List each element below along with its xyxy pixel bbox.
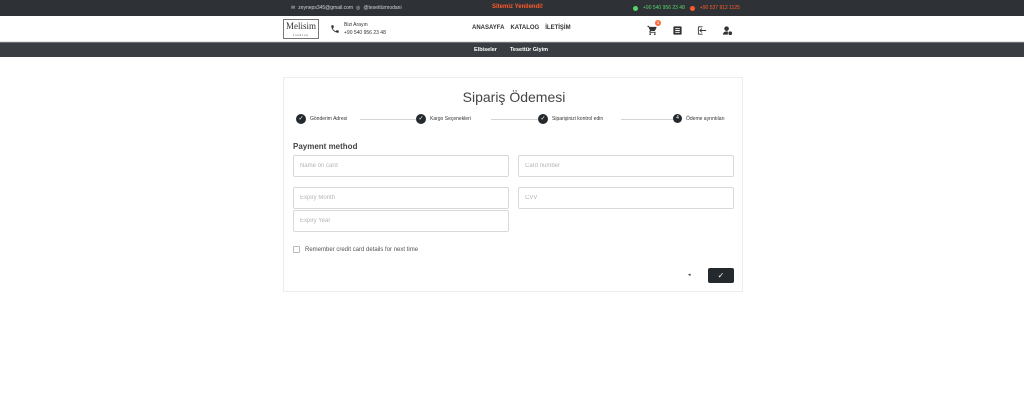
step-number: 4: [673, 114, 682, 123]
phone-number[interactable]: +90 537 912 1125: [700, 5, 740, 11]
whatsapp-icon: [633, 5, 638, 11]
check-icon: ✓: [538, 114, 548, 124]
payment-method-heading: Payment method: [293, 142, 358, 151]
cvv-input[interactable]: [518, 187, 734, 209]
nav-catalog[interactable]: KATALOG: [510, 25, 539, 31]
step-label: Gönderim Adresi: [310, 116, 348, 122]
expiry-month-input[interactable]: [293, 187, 509, 209]
step-label: Siparişinizi kontrol edin: [552, 116, 604, 122]
phone-icon: [689, 5, 695, 11]
remember-label: Remember credit card details for next ti…: [305, 246, 419, 253]
category-bar: Elbiseler Tesettür Giyim: [0, 42, 1024, 57]
step-review-order[interactable]: ✓ Siparişinizi kontrol edin: [538, 114, 607, 124]
check-icon: ✓: [416, 114, 426, 124]
whatsapp-number[interactable]: +90 540 956 23 48: [643, 5, 685, 11]
step-connector: [621, 119, 681, 120]
topbar-social[interactable]: @tesettürmodani: [363, 5, 401, 11]
header: Melisim fashion Bizi Arayın +90 540 956 …: [0, 16, 1024, 42]
logo-text: Melisim: [285, 21, 316, 31]
step-label: Kargo Seçenekleri: [430, 116, 471, 122]
cart-icon[interactable]: 1: [647, 20, 661, 36]
topbar-contact: ✉ zeyneps345@gmail.com ◎ @tesettürmodani: [291, 5, 402, 11]
name-on-card-input[interactable]: [293, 155, 509, 177]
call-number: +90 540 956 23 48: [344, 30, 386, 36]
card-number-input[interactable]: [518, 155, 734, 177]
top-bar: ✉ zeyneps345@gmail.com ◎ @tesettürmodani…: [0, 0, 1024, 16]
expiry-year-input[interactable]: [293, 210, 509, 232]
nav-home[interactable]: ANASAYFA: [472, 25, 504, 31]
submit-payment-button[interactable]: ✓: [708, 268, 734, 283]
account-settings-icon[interactable]: [722, 23, 733, 36]
call-us[interactable]: Bizi Arayın +90 540 956 23 48: [330, 21, 386, 37]
remember-checkbox[interactable]: [293, 246, 300, 253]
category-dresses[interactable]: Elbiseler: [474, 47, 497, 53]
instagram-icon: ◎: [356, 5, 361, 11]
category-modest-wear[interactable]: Tesettür Giyim: [510, 47, 548, 53]
checkout-card: Sipariş Ödemesi ✓ Gönderim Adresi ✓ Karg…: [283, 77, 743, 292]
mail-icon: ✉: [291, 5, 296, 11]
topbar-phones: +90 540 956 23 48 +90 537 912 1125: [633, 5, 740, 11]
cart-count-badge: 1: [655, 20, 661, 26]
announcement: Sitemiz Yenilendi!: [492, 4, 543, 10]
phone-icon: [331, 25, 339, 33]
checkout-stepper: ✓ Gönderim Adresi ✓ Kargo Seçenekleri ✓ …: [296, 114, 732, 124]
nav-contact[interactable]: İLETİŞİM: [545, 25, 570, 31]
logout-icon[interactable]: [697, 23, 708, 35]
logo[interactable]: Melisim fashion: [283, 19, 319, 39]
back-arrow-icon[interactable]: ◂: [688, 272, 691, 278]
remember-card-row[interactable]: Remember credit card details for next ti…: [293, 246, 418, 253]
call-label: Bizi Arayın: [344, 22, 368, 28]
step-shipping-address[interactable]: ✓ Gönderim Adresi: [296, 114, 351, 124]
step-shipping-options[interactable]: ✓ Kargo Seçenekleri: [416, 114, 474, 124]
orders-icon[interactable]: [672, 23, 683, 35]
check-icon: ✓: [296, 114, 306, 124]
logo-subtext: fashion: [293, 33, 309, 37]
page-title: Sipariş Ödemesi: [462, 89, 566, 105]
step-connector: [360, 119, 420, 120]
step-payment-details[interactable]: 4 Ödeme ayrıntıları: [673, 114, 728, 123]
main-nav: ANASAYFA KATALOG İLETİŞİM: [472, 25, 571, 31]
topbar-email[interactable]: zeyneps345@gmail.com: [298, 5, 353, 11]
step-label: Ödeme ayrıntıları: [686, 115, 725, 122]
header-icons: 1: [647, 20, 733, 36]
